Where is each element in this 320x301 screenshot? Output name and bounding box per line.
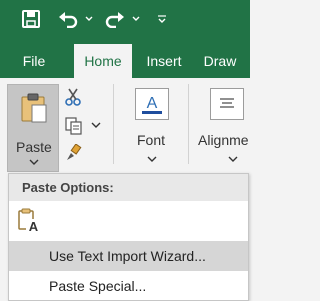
font-label: Font <box>137 132 166 148</box>
menu-item-label: Paste Special... <box>49 278 147 294</box>
save-button[interactable] <box>22 8 40 30</box>
copy-icon[interactable] <box>64 116 84 136</box>
undo-icon <box>58 10 78 28</box>
clipboard-icon <box>20 93 48 123</box>
font-dropdown-icon <box>147 156 157 162</box>
paste-button[interactable]: Paste <box>7 84 59 172</box>
svg-text:A: A <box>29 219 39 233</box>
paste-options-header: Paste Options: <box>9 174 248 201</box>
undo-dropdown-icon[interactable] <box>85 16 93 22</box>
tab-home[interactable]: Home <box>74 44 132 78</box>
redo-icon <box>105 10 125 28</box>
paste-options-menu: Paste Options: A Use Text Import Wizard.… <box>8 173 249 301</box>
tab-file[interactable]: File <box>10 44 58 78</box>
customize-toolbar-button[interactable] <box>157 8 167 30</box>
ribbon-tabs: File Home Insert Draw <box>0 44 250 78</box>
scissors-icon[interactable] <box>64 88 82 106</box>
paintbrush-icon[interactable] <box>64 144 82 162</box>
title-bar <box>0 0 250 44</box>
redo-button[interactable] <box>105 8 125 30</box>
redo-dropdown-icon[interactable] <box>132 16 140 22</box>
alignment-icon <box>210 88 244 120</box>
chevron-down-icon <box>157 14 167 24</box>
font-group-button[interactable]: A Font <box>121 84 183 168</box>
tab-insert[interactable]: Insert <box>136 44 192 78</box>
ribbon-separator <box>188 84 189 164</box>
paste-dropdown-icon <box>29 159 39 165</box>
ribbon: Paste A Font Alignme <box>0 78 250 173</box>
tab-draw[interactable]: Draw <box>196 44 244 78</box>
alignment-dropdown-icon <box>228 156 238 162</box>
paste-text-only-icon[interactable]: A <box>18 207 46 235</box>
undo-button[interactable] <box>58 8 78 30</box>
ribbon-separator <box>113 84 114 164</box>
paste-special-item[interactable]: Paste Special... <box>9 271 248 301</box>
svg-text:A: A <box>147 95 158 112</box>
alignment-label: Alignme <box>198 132 249 148</box>
font-color-icon: A <box>135 88 169 120</box>
alignment-group-button[interactable]: Alignme <box>194 84 250 168</box>
save-icon <box>22 10 40 28</box>
paste-label: Paste <box>16 139 52 155</box>
copy-dropdown-icon[interactable] <box>91 122 101 128</box>
menu-item-label: Use Text Import Wizard... <box>49 248 206 264</box>
use-text-import-wizard-item[interactable]: Use Text Import Wizard... <box>9 241 248 271</box>
